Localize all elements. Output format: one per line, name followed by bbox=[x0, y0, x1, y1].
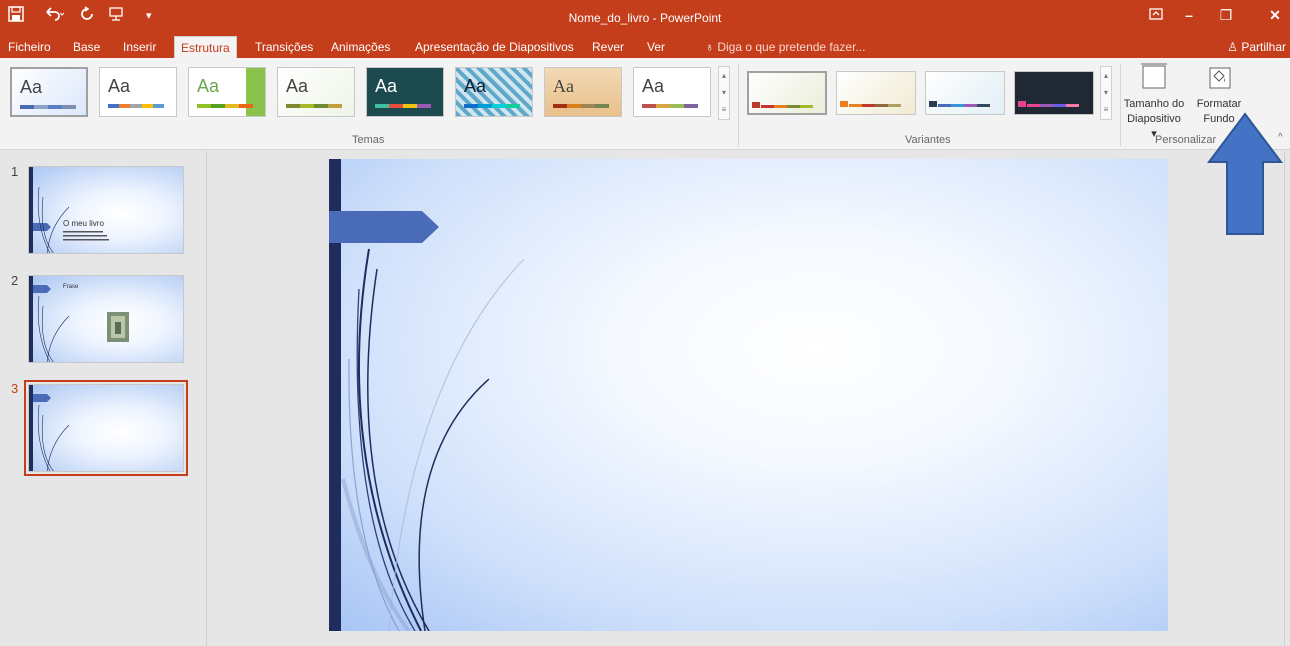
theme-thumb-dark-teal[interactable]: Aa bbox=[366, 67, 444, 117]
theme-thumb-office[interactable]: Aa bbox=[99, 67, 177, 117]
variant-thumb-4[interactable] bbox=[1014, 71, 1094, 115]
close-button[interactable]: ✕ bbox=[1260, 4, 1290, 26]
tab-base[interactable]: Base bbox=[73, 36, 100, 58]
group-separator bbox=[1120, 64, 1121, 146]
group-separator bbox=[738, 64, 739, 146]
tab-ficheiro[interactable]: Ficheiro bbox=[8, 36, 51, 58]
variant-accent-tag bbox=[840, 101, 848, 107]
slide-editor bbox=[208, 151, 1290, 646]
theme-color-bar bbox=[464, 104, 520, 108]
tab-apresentacao[interactable]: Apresentação de Diapositivos bbox=[415, 36, 574, 58]
theme-color-bar bbox=[642, 104, 698, 108]
theme-thumb-pattern[interactable]: Aa bbox=[455, 67, 533, 117]
slide-thumbnail-1[interactable]: O meu livro bbox=[28, 166, 184, 254]
format-background-icon bbox=[1209, 67, 1231, 89]
slide-1-title: O meu livro bbox=[63, 219, 104, 228]
theme-thumb-facet[interactable]: Aa bbox=[188, 67, 266, 117]
share-label: Partilhar bbox=[1241, 40, 1286, 54]
tab-transicoes[interactable]: Transições bbox=[255, 36, 313, 58]
themes-gallery-scroll[interactable]: ▴ ▾ ≡ bbox=[718, 66, 730, 120]
theme-thumb-ion[interactable]: Aa bbox=[277, 67, 355, 117]
theme-color-bar bbox=[553, 104, 609, 108]
slide-decoration bbox=[29, 167, 109, 253]
tab-rever[interactable]: Rever bbox=[592, 36, 624, 58]
tab-ver[interactable]: Ver bbox=[647, 36, 665, 58]
current-slide[interactable] bbox=[329, 159, 1168, 631]
theme-thumb-current[interactable]: Aa bbox=[10, 67, 88, 117]
theme-sample-text: Aa bbox=[642, 76, 665, 96]
tab-inserir[interactable]: Inserir bbox=[123, 36, 156, 58]
tab-animacoes[interactable]: Animações bbox=[331, 36, 390, 58]
title-bar: ▾ Nome_do_livro - PowerPoint – ❐ ✕ bbox=[0, 0, 1290, 36]
tab-estrutura[interactable]: Estrutura bbox=[174, 36, 237, 58]
slide-size-icon bbox=[1141, 63, 1167, 89]
variants-gallery-scroll[interactable]: ▴ ▾ ≡ bbox=[1100, 66, 1112, 120]
minimize-button[interactable]: – bbox=[1174, 4, 1204, 26]
variant-thumb-1[interactable] bbox=[747, 71, 827, 115]
theme-color-bar bbox=[375, 104, 431, 108]
theme-color-bar bbox=[20, 105, 76, 109]
slide-background-art bbox=[329, 159, 525, 631]
slide-size-label-1: Tamanho do bbox=[1123, 98, 1185, 110]
variant-thumb-3[interactable] bbox=[925, 71, 1005, 115]
variants-group-label: Variantes bbox=[905, 134, 951, 146]
variant-accent-tag bbox=[752, 102, 760, 108]
ribbon: Aa Aa Aa Aa Aa Aa Aa Aa ▴ ▾ ≡ Temas ▴ ▾ … bbox=[0, 58, 1290, 150]
theme-sample-text: Aa bbox=[375, 76, 398, 96]
restore-button[interactable]: ❐ bbox=[1211, 4, 1241, 26]
variant-color-bar bbox=[761, 105, 813, 108]
theme-sample-text: Aa bbox=[108, 76, 131, 96]
theme-sample-text: Aa bbox=[197, 76, 220, 96]
theme-thumb-savon[interactable]: Aa bbox=[633, 67, 711, 117]
theme-sample-text: Aa bbox=[286, 76, 309, 96]
powerpoint-window: ▾ Nome_do_livro - PowerPoint – ❐ ✕ Fiche… bbox=[0, 0, 1290, 646]
theme-color-bar bbox=[286, 104, 342, 108]
theme-sample-text: Aa bbox=[20, 77, 43, 97]
variant-color-bar bbox=[1027, 104, 1079, 107]
window-title: Nome_do_livro - PowerPoint bbox=[568, 11, 722, 25]
share-button[interactable]: ♙ Partilhar bbox=[1227, 36, 1286, 58]
theme-thumb-wood[interactable]: Aa bbox=[544, 67, 622, 117]
variant-color-bar bbox=[938, 104, 990, 107]
variant-color-bar bbox=[849, 104, 901, 107]
slide-number: 3 bbox=[11, 381, 19, 396]
theme-sample-text: Aa bbox=[553, 76, 574, 96]
theme-color-bar bbox=[108, 104, 165, 108]
slide-size-button[interactable]: Tamanho do Diapositivo ▾ bbox=[1123, 62, 1185, 142]
slide-number: 2 bbox=[11, 273, 19, 288]
slide-decoration bbox=[29, 385, 70, 471]
tell-me-box[interactable]: ♁ Diga o que pretende fazer... bbox=[705, 36, 865, 58]
lightbulb-icon: ♁ bbox=[705, 40, 714, 54]
slide-thumbnail-3[interactable] bbox=[24, 380, 188, 476]
slide-2-title: Frase bbox=[63, 284, 79, 290]
variant-accent-tag bbox=[1018, 101, 1026, 107]
slide-decoration bbox=[29, 276, 129, 362]
person-icon: ♙ bbox=[1227, 40, 1238, 54]
themes-group-label: Temas bbox=[352, 134, 385, 146]
ribbon-display-options-icon[interactable] bbox=[1141, 4, 1171, 26]
variant-thumb-2[interactable] bbox=[836, 71, 916, 115]
ribbon-tabs: Ficheiro Base Inserir Estrutura Transiçõ… bbox=[0, 36, 1290, 58]
slide-number: 1 bbox=[11, 164, 19, 179]
slide-thumbnail-2[interactable]: Frase bbox=[28, 275, 184, 363]
variant-accent-tag bbox=[929, 101, 937, 107]
theme-sample-text: Aa bbox=[464, 76, 487, 96]
slide-thumbnail-panel: 1 O meu livro 2 Frase 3 bbox=[0, 151, 207, 646]
theme-color-bar bbox=[197, 104, 253, 108]
annotation-arrow-icon bbox=[1207, 112, 1283, 235]
tell-me-text: Diga o que pretende fazer... bbox=[717, 40, 866, 54]
